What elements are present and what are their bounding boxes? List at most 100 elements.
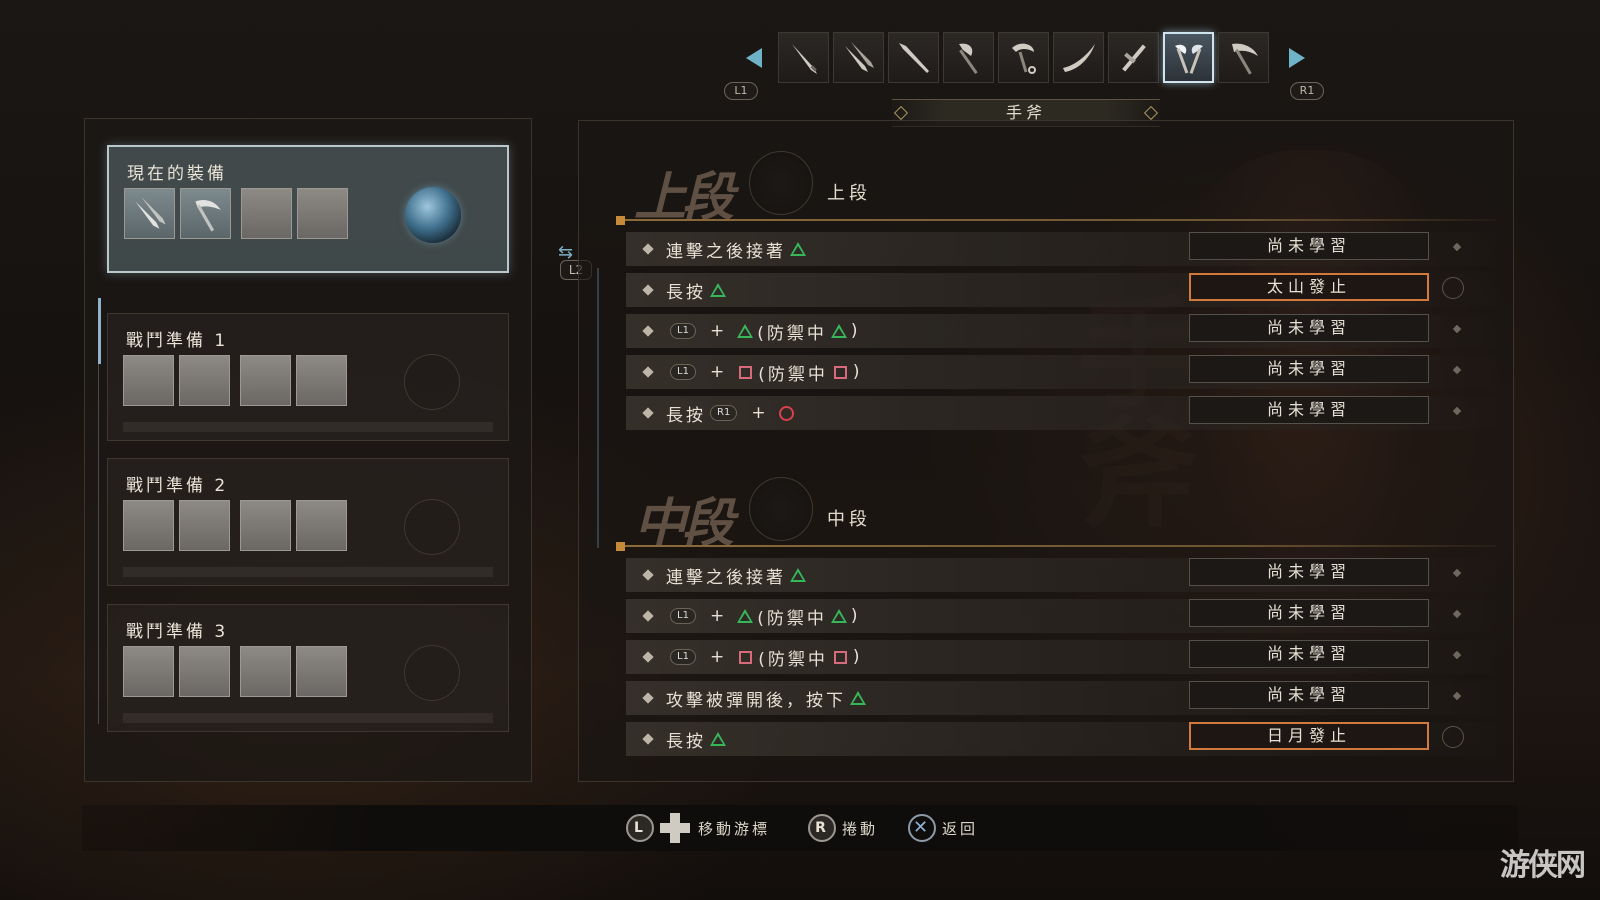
hatchets-icon: [1174, 44, 1203, 74]
weapon-tab-switchglaive[interactable]: [1218, 32, 1269, 83]
l1-button-hint[interactable]: L1: [724, 82, 758, 100]
skill-status: 尚未學習: [1189, 396, 1429, 424]
row-end-circle-icon: [1442, 277, 1464, 299]
switchglaive-icon: [1231, 43, 1258, 75]
skill-command: L1 + (防禦中): [666, 605, 860, 629]
loadout-1[interactable]: 戰鬥準備 1: [107, 313, 509, 441]
weapon-slot-2: [179, 500, 230, 551]
weapon-tab-odachi[interactable]: [1053, 32, 1104, 83]
swap-arrows-icon: ⇆: [558, 242, 574, 263]
skill-command: 長按: [666, 279, 730, 303]
plus-sign: +: [709, 321, 728, 341]
triangle-button-icon: [737, 324, 754, 338]
skill-command: 連擊之後接著: [666, 564, 810, 588]
skill-status: 尚未學習: [1189, 640, 1429, 668]
dual-swords-icon: [844, 41, 874, 72]
left-stick-icon: L: [626, 814, 654, 842]
skill-command: 連擊之後接著: [666, 238, 810, 262]
bullet-diamond-icon: [642, 284, 654, 296]
axe-icon: [958, 43, 978, 74]
skill-row[interactable]: L1 + (防禦中) 尚未學習: [626, 314, 1496, 348]
item-slot-2: [296, 646, 347, 697]
item-slot-2: [296, 355, 347, 406]
skill-row[interactable]: L1 + (防禦中) 尚未學習: [626, 355, 1496, 389]
skill-row[interactable]: L1 + (防禦中) 尚未學習: [626, 599, 1496, 633]
previous-weapon-arrow-icon[interactable]: [746, 48, 762, 68]
stance-divider: [616, 545, 1496, 547]
row-end-marker-icon: [1452, 242, 1462, 252]
skill-row[interactable]: 長按 太山發止: [626, 273, 1496, 307]
weapon-tab-axe[interactable]: [943, 32, 994, 83]
bullet-diamond-icon: [642, 733, 654, 745]
skill-status: 尚未學習: [1189, 558, 1429, 586]
loadout-2[interactable]: 戰鬥準備 2: [107, 458, 509, 586]
next-weapon-arrow-icon[interactable]: [1289, 48, 1305, 68]
skill-row[interactable]: 長按 R1 + 尚未學習: [626, 396, 1496, 430]
weapon-slot-1: [124, 188, 175, 239]
skill-row[interactable]: 連擊之後接著 尚未學習: [626, 232, 1496, 266]
loadout-current[interactable]: 現在的裝備: [107, 145, 509, 273]
loadout-footer-bar: [123, 713, 493, 723]
loadout-footer-bar: [123, 422, 493, 432]
skill-row[interactable]: L1 + (防禦中) 尚未學習: [626, 640, 1496, 674]
weapon-tab-dual-swords[interactable]: [833, 32, 884, 83]
guard-text: (防禦中: [757, 608, 827, 629]
loadout-3[interactable]: 戰鬥準備 3: [107, 604, 509, 732]
skill-row[interactable]: 攻擊被彈開後，按下 尚未學習: [626, 681, 1496, 715]
spear-icon: [898, 42, 929, 73]
loadout-title: 現在的裝備: [127, 164, 227, 184]
item-slot-2: [296, 500, 347, 551]
hint-scroll[interactable]: R 捲動: [808, 813, 878, 843]
r1-button-hint[interactable]: R1: [1290, 82, 1324, 100]
row-end-marker-icon: [1452, 365, 1462, 375]
loadout-title: 戰鬥準備 3: [126, 622, 229, 642]
skill-status: 尚未學習: [1189, 355, 1429, 383]
skill-status: 尚未學習: [1189, 232, 1429, 260]
bullet-diamond-icon: [642, 407, 654, 419]
skill-status: 尚未學習: [1189, 314, 1429, 342]
row-end-marker-icon: [1452, 691, 1462, 701]
bullet-diamond-icon: [642, 325, 654, 337]
hint-move-cursor[interactable]: L 移動游標: [626, 813, 770, 843]
command-text: 長按: [666, 282, 706, 303]
l1-button-icon: L1: [670, 649, 696, 665]
slot-row: [123, 355, 352, 406]
cross-button-icon: ✕: [908, 814, 936, 842]
switchglaive-icon: [195, 199, 221, 231]
skill-row[interactable]: 連擊之後接著 尚未學習: [626, 558, 1496, 592]
weapon-tab-hatchets[interactable]: [1163, 32, 1214, 83]
l1-button-icon: L1: [670, 608, 696, 624]
loadout-title: 戰鬥準備 2: [126, 476, 229, 496]
weapon-icon-list: [778, 32, 1269, 83]
weapon-tab-tonfa[interactable]: [1108, 32, 1159, 83]
weapon-tab-katana[interactable]: [778, 32, 829, 83]
guard-text: (防禦中: [758, 649, 828, 670]
empty-orb-icon: [404, 499, 460, 555]
weapon-slot-2: [179, 355, 230, 406]
bullet-diamond-icon: [642, 569, 654, 581]
plus-sign: +: [709, 606, 728, 626]
triangle-button-icon: [710, 732, 726, 746]
high-stance-icon: [749, 151, 813, 215]
weapon-tab-spear[interactable]: [888, 32, 939, 83]
square-button-icon: [833, 650, 847, 664]
row-end-circle-icon: [1442, 726, 1464, 748]
command-text: 長按: [666, 405, 706, 426]
weapon-slot-2: [180, 188, 231, 239]
stance-divider-marker-icon: [616, 216, 625, 225]
skills-panel: 上段 上段 連擊之後接著 尚未學習 長按 太山發止 L1 + (防禦中) 尚未學習 …: [578, 120, 1514, 782]
weapon-tab-bar: L1 R1: [724, 30, 1324, 100]
close-paren: ): [850, 321, 861, 341]
command-text: 連擊之後接著: [666, 567, 786, 588]
hint-back[interactable]: ✕ 返回: [908, 813, 978, 843]
weapon-tab-kusarigama[interactable]: [998, 32, 1049, 83]
close-paren: ): [852, 647, 863, 667]
item-slot-1: [240, 646, 291, 697]
triangle-button-icon: [790, 568, 806, 582]
skill-row[interactable]: 長按 日月發止: [626, 722, 1496, 756]
item-slot-2: [297, 188, 348, 239]
loadout-title: 戰鬥準備 1: [126, 331, 229, 351]
row-end-marker-icon: [1452, 568, 1462, 578]
ornament-right-icon: [1143, 105, 1159, 121]
right-stick-icon: R: [808, 814, 836, 842]
